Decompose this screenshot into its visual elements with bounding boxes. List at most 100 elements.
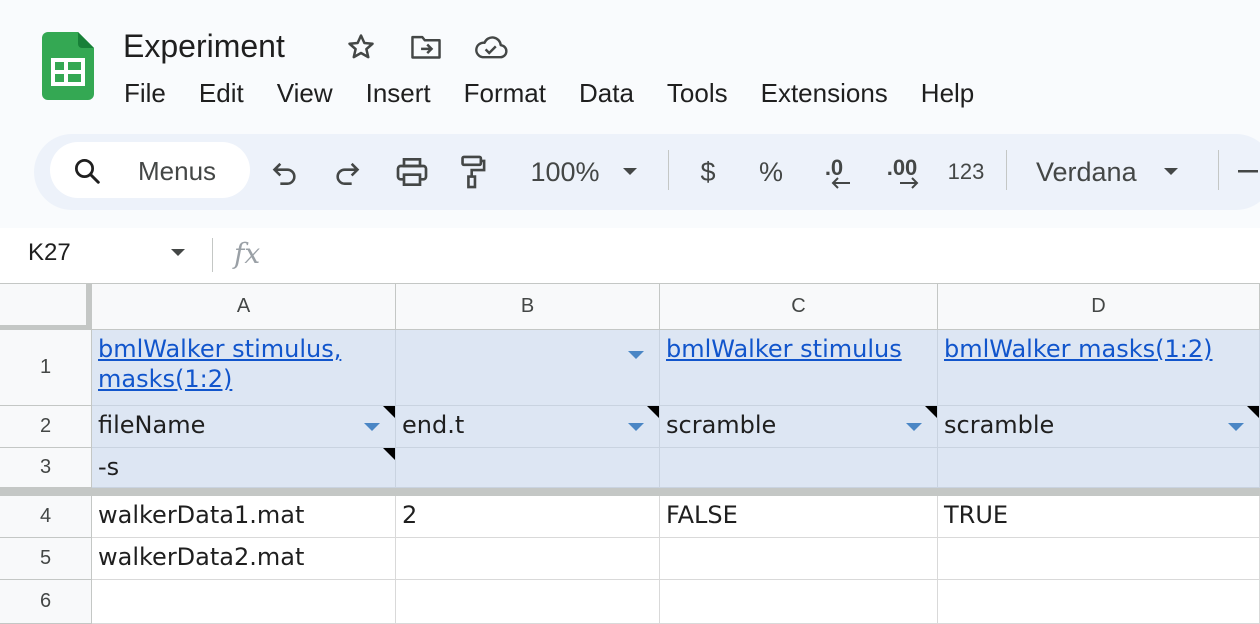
filter-dropdown-icon[interactable] <box>627 422 645 432</box>
cell-d5[interactable] <box>938 538 1260 580</box>
search-placeholder: Menus <box>138 156 217 186</box>
select-all-corner[interactable] <box>0 284 92 330</box>
filter-dropdown-icon[interactable] <box>363 422 381 432</box>
cell-a6[interactable] <box>92 580 396 624</box>
fx-icon: fx <box>234 237 261 270</box>
filter-dropdown-icon[interactable] <box>905 422 923 432</box>
cell-a5[interactable]: walkerData2.mat <box>92 538 396 580</box>
cell-text: walkerData1.mat <box>98 501 305 529</box>
frozen-rows-divider[interactable] <box>0 488 1260 496</box>
menu-edit[interactable]: Edit <box>199 76 244 110</box>
redo-icon[interactable] <box>330 154 364 190</box>
cell-c3[interactable] <box>660 448 938 488</box>
currency-label: $ <box>700 157 716 187</box>
menu-bar: File Edit View Insert Format Data Tools … <box>124 76 1007 110</box>
zoom-select[interactable]: 100% <box>524 154 644 190</box>
currency-format-button[interactable]: $ <box>694 154 722 190</box>
cell-text: scramble <box>944 411 1055 439</box>
cell-a3[interactable]: -s <box>92 448 396 488</box>
cell-b6[interactable] <box>396 580 660 624</box>
number-format-button[interactable]: 123 <box>944 154 988 190</box>
row-header-2[interactable]: 2 <box>0 406 92 448</box>
move-to-folder-icon[interactable] <box>410 32 442 62</box>
font-family-select[interactable]: Verdana <box>1036 154 1196 190</box>
menu-file[interactable]: File <box>124 76 166 110</box>
cell-d6[interactable] <box>938 580 1260 624</box>
row-header-6[interactable]: 6 <box>0 580 92 624</box>
formula-bar-divider <box>212 238 213 272</box>
column-header-a[interactable]: A <box>92 284 396 330</box>
row-header-5[interactable]: 5 <box>0 538 92 580</box>
cell-text: end.t <box>402 411 465 439</box>
percent-format-button[interactable]: % <box>756 154 786 190</box>
menu-insert[interactable]: Insert <box>366 76 431 110</box>
row-header-3[interactable]: 3 <box>0 448 92 488</box>
cell-a2[interactable]: fileName <box>92 406 396 448</box>
note-indicator <box>383 406 395 418</box>
chevron-down-icon[interactable] <box>170 248 186 258</box>
spreadsheet-grid: A B C D 1 2 3 4 5 6 bmlWalker stimulus, … <box>0 284 1260 624</box>
minus-icon[interactable] <box>1238 154 1258 190</box>
number-format-label: 123 <box>947 159 985 184</box>
increase-decimal-button[interactable]: .00 <box>880 154 924 190</box>
menu-tools[interactable]: Tools <box>667 76 728 110</box>
column-header-c[interactable]: C <box>660 284 938 330</box>
print-icon[interactable] <box>394 154 430 190</box>
decrease-decimal-button[interactable]: .0 <box>814 154 854 190</box>
cell-b2[interactable]: end.t <box>396 406 660 448</box>
row-header-1[interactable]: 1 <box>0 330 92 406</box>
cell-c4[interactable]: FALSE <box>660 496 938 538</box>
cell-d4[interactable]: TRUE <box>938 496 1260 538</box>
cell-text: 2 <box>402 501 418 529</box>
menu-format[interactable]: Format <box>464 76 546 110</box>
cell-d1[interactable]: bmlWalker masks(1:2) <box>938 330 1260 406</box>
cell-b1[interactable] <box>396 330 660 406</box>
menu-search-box[interactable]: Menus <box>50 142 250 198</box>
cell-link[interactable]: bmlWalker stimulus, masks(1:2) <box>98 335 341 393</box>
toolbar-divider <box>1006 150 1007 190</box>
document-title[interactable]: Experiment <box>123 26 285 66</box>
cell-text: fileName <box>98 411 206 439</box>
menu-extensions[interactable]: Extensions <box>761 76 888 110</box>
percent-label: % <box>758 157 783 187</box>
toolbar: Menus 100% $ % .0 .00 123 Verdana <box>34 134 1260 210</box>
menu-help[interactable]: Help <box>921 76 974 110</box>
cell-a4[interactable]: walkerData1.mat <box>92 496 396 538</box>
menu-data[interactable]: Data <box>579 76 634 110</box>
column-header-d[interactable]: D <box>938 284 1260 330</box>
cell-text: scramble <box>666 411 777 439</box>
cell-c2[interactable]: scramble <box>660 406 938 448</box>
note-indicator <box>1247 406 1259 418</box>
cell-c1[interactable]: bmlWalker stimulus <box>660 330 938 406</box>
cell-d3[interactable] <box>938 448 1260 488</box>
name-box[interactable]: K27 <box>28 238 71 268</box>
cell-link[interactable]: bmlWalker stimulus <box>666 335 902 363</box>
toolbar-divider <box>1218 150 1219 190</box>
arrow-left-icon <box>831 177 850 189</box>
cell-b3[interactable] <box>396 448 660 488</box>
cell-link[interactable]: bmlWalker masks(1:2) <box>944 335 1213 363</box>
column-header-b[interactable]: B <box>396 284 660 330</box>
filter-dropdown-icon[interactable] <box>627 350 645 360</box>
star-icon[interactable] <box>345 32 377 62</box>
cloud-saved-icon[interactable] <box>472 32 510 62</box>
cell-c6[interactable] <box>660 580 938 624</box>
chevron-down-icon <box>1163 168 1178 175</box>
paint-format-icon[interactable] <box>456 154 490 190</box>
search-icon <box>75 159 100 184</box>
toolbar-divider <box>668 150 669 190</box>
zoom-value: 100% <box>530 157 600 187</box>
cell-c5[interactable] <box>660 538 938 580</box>
note-indicator <box>383 448 395 460</box>
sheets-logo-icon[interactable] <box>42 32 94 100</box>
filter-dropdown-icon[interactable] <box>1227 422 1245 432</box>
undo-icon[interactable] <box>268 154 302 190</box>
note-indicator <box>647 406 659 418</box>
cell-text: walkerData2.mat <box>98 543 305 571</box>
menu-view[interactable]: View <box>277 76 333 110</box>
cell-a1[interactable]: bmlWalker stimulus, masks(1:2) <box>92 330 396 406</box>
row-header-4[interactable]: 4 <box>0 496 92 538</box>
cell-b4[interactable]: 2 <box>396 496 660 538</box>
cell-d2[interactable]: scramble <box>938 406 1260 448</box>
cell-b5[interactable] <box>396 538 660 580</box>
